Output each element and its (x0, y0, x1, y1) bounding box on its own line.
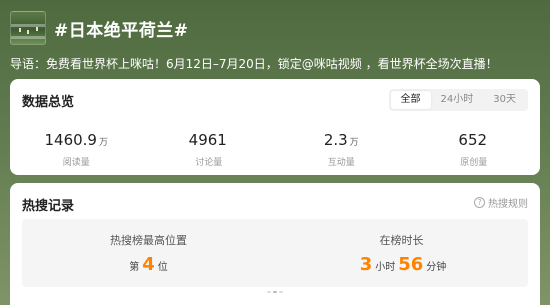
carousel-dot (267, 291, 271, 293)
time-range-tabs: 全部 24小时 30天 (388, 89, 528, 111)
stats-row: 1460.9 万 阅读量 4961 讨论量 2.3 万 互动量 652 原创量 (10, 131, 540, 168)
hot-search-card: 热搜记录 ? 热搜规则 热搜榜最高位置 第4位 在榜时长 3 小时 56 分钟 (10, 183, 540, 305)
peak-position-label: 热搜榜最高位置 (110, 234, 187, 247)
stat-discussions-value: 4961 (188, 131, 227, 149)
stat-reads-value: 1460.9 (44, 131, 97, 149)
overview-title: 数据总览 (22, 95, 75, 110)
topic-header: #日本绝平荷兰# (10, 10, 189, 46)
carousel-indicator (267, 291, 283, 293)
tab-all[interactable]: 全部 (390, 91, 431, 109)
duration-label: 在榜时长 (379, 234, 424, 247)
duration-minutes-unit: 分钟 (426, 262, 447, 273)
overview-card: 数据总览 全部 24小时 30天 1460.9 万 阅读量 4961 讨论量 2.… (10, 79, 540, 175)
hot-search-title: 热搜记录 (22, 199, 75, 214)
question-circle-icon: ? (474, 197, 485, 208)
on-list-duration: 在榜时长 3 小时 56 分钟 (275, 219, 528, 287)
stat-reads-unit: 万 (98, 138, 108, 148)
stat-originals-value: 652 (458, 131, 488, 149)
peak-value: 4 (142, 254, 155, 275)
stat-reads-label: 阅读量 (62, 158, 90, 168)
stat-originals: 652 原创量 (408, 131, 541, 168)
stat-interactions-value: 2.3 (323, 131, 348, 149)
tab-30d[interactable]: 30天 (483, 91, 526, 109)
duration-minutes: 56 (398, 254, 424, 275)
stat-interactions-unit: 万 (349, 138, 359, 148)
peak-prefix: 第 (129, 262, 140, 273)
carousel-dot (279, 291, 283, 293)
peak-position: 热搜榜最高位置 第4位 (22, 219, 275, 287)
carousel-dot-active (273, 291, 277, 293)
hot-search-rules-link[interactable]: ? 热搜规则 (474, 195, 528, 210)
hot-search-panel: 热搜榜最高位置 第4位 在榜时长 3 小时 56 分钟 (22, 219, 528, 287)
topic-thumbnail[interactable] (10, 11, 46, 45)
peak-suffix: 位 (157, 262, 168, 273)
tab-24h[interactable]: 24小时 (431, 91, 484, 109)
topic-guide-text: 导语：免费看世界杯上咪咕！6月12日–7月20日，锁定@咪咕视频 ，看世界杯全场… (10, 57, 498, 71)
duration-hours: 3 (359, 254, 373, 275)
stat-originals-label: 原创量 (460, 158, 488, 168)
stat-discussions: 4961 讨论量 (143, 131, 276, 168)
stat-discussions-label: 讨论量 (195, 158, 223, 168)
topic-title: #日本绝平荷兰# (54, 20, 189, 41)
stat-reads: 1460.9 万 阅读量 (10, 131, 143, 168)
duration-hours-unit: 小时 (375, 262, 396, 273)
stat-interactions-label: 互动量 (327, 158, 355, 168)
hot-search-rules-label: 热搜规则 (488, 199, 528, 210)
stat-interactions: 2.3 万 互动量 (275, 131, 408, 168)
